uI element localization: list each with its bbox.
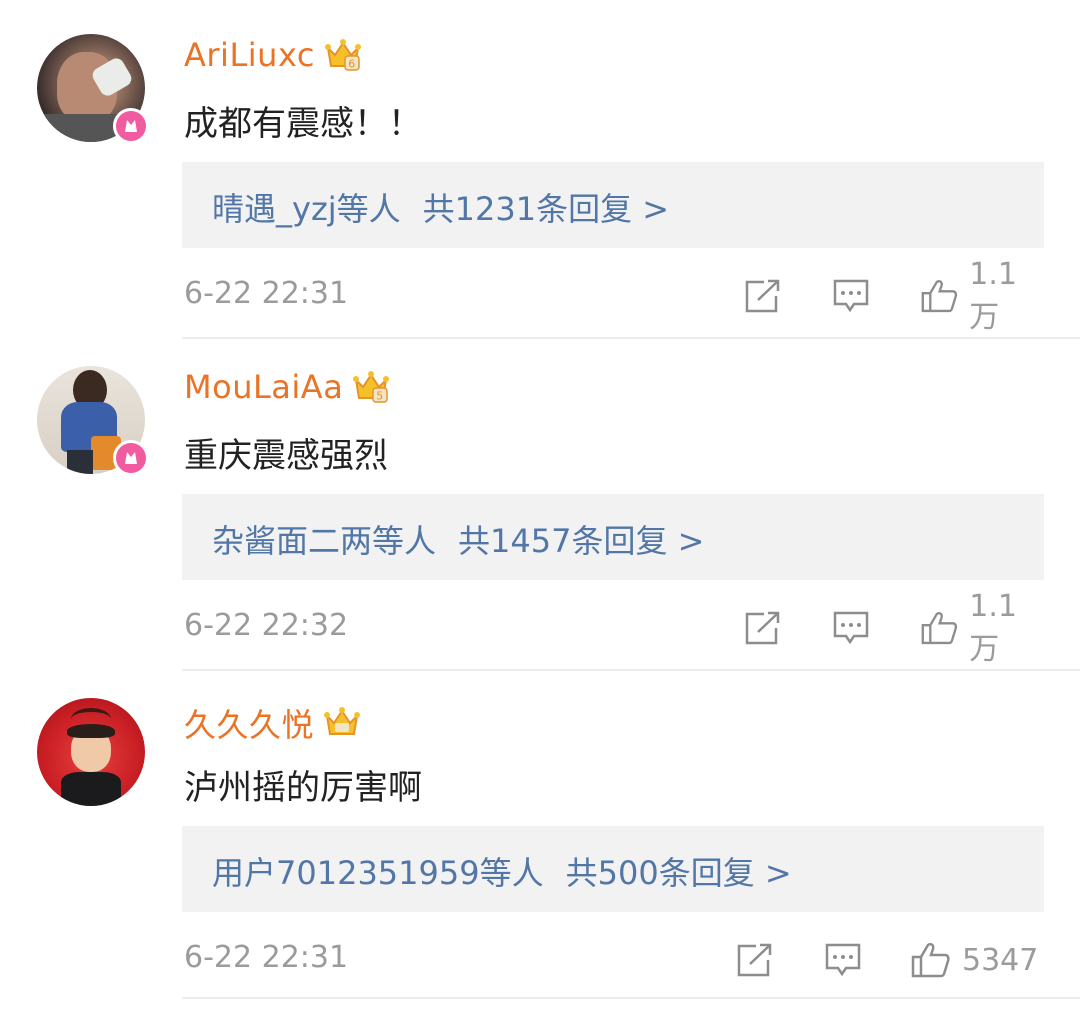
divider — [182, 997, 1080, 999]
avatar[interactable] — [37, 366, 149, 476]
reply-users[interactable]: 晴遇_yzj等人 — [212, 190, 401, 228]
like-button[interactable]: 5347 — [910, 940, 1038, 980]
comment-meta: 6-22 22:31 5347 — [184, 940, 1042, 980]
comment-text: 泸州摇的厉害啊 — [184, 768, 422, 808]
reply-count-link[interactable]: 共500条回复 > — [566, 854, 792, 892]
comment-icon — [833, 611, 869, 645]
timestamp: 6-22 22:31 — [184, 940, 349, 975]
like-button[interactable]: 1.1万 — [920, 257, 1042, 335]
timestamp: 6-22 22:31 — [184, 276, 349, 311]
comment-meta: 6-22 22:31 1.1万 — [184, 257, 1042, 335]
thumbs-up-icon — [921, 280, 958, 313]
timestamp: 6-22 22:32 — [184, 608, 349, 643]
share-icon — [745, 279, 780, 313]
reply-summary[interactable]: 用户7012351959等人 共500条回复 > — [182, 826, 1044, 912]
like-button[interactable]: 1.1万 — [920, 589, 1042, 667]
thumbs-up-icon — [921, 612, 958, 645]
svg-text:6: 6 — [348, 58, 356, 71]
username-text[interactable]: AriLiuxc — [184, 36, 315, 74]
reply-summary[interactable]: 晴遇_yzj等人 共1231条回复 > — [182, 162, 1044, 248]
reply-count-link[interactable]: 共1231条回复 > — [423, 190, 669, 228]
avatar[interactable] — [37, 698, 145, 806]
share-icon — [745, 611, 780, 645]
avatar[interactable] — [37, 34, 149, 144]
reply-users[interactable]: 杂酱面二两等人 — [212, 522, 436, 560]
share-button[interactable] — [744, 276, 782, 316]
comment-icon — [833, 279, 869, 313]
comment-meta: 6-22 22:32 1.1万 — [184, 589, 1042, 667]
comment-button[interactable] — [824, 940, 862, 980]
comment-text: 重庆震感强烈 — [184, 436, 388, 476]
comment-item: MouLaiAa 5 重庆震感强烈 杂酱面二两等人 共1457条回复 > 6-22… — [0, 332, 1080, 671]
username[interactable]: 久久久悦 — [184, 700, 361, 746]
share-button[interactable] — [744, 608, 782, 648]
reply-count-link[interactable]: 共1457条回复 > — [458, 522, 704, 560]
comment-button[interactable] — [832, 608, 870, 648]
comment-button[interactable] — [832, 276, 870, 316]
svg-text:5: 5 — [377, 390, 385, 403]
verified-badge-icon — [113, 440, 149, 476]
like-count: 1.1万 — [969, 588, 1018, 667]
share-button[interactable] — [736, 940, 774, 980]
like-count: 5347 — [962, 942, 1039, 978]
username-text[interactable]: MouLaiAa — [184, 368, 343, 406]
username-text[interactable]: 久久久悦 — [184, 700, 314, 746]
vip-crown-icon: 5 — [353, 370, 390, 404]
verified-badge-icon — [113, 108, 149, 144]
comment-item: AriLiuxc 6 成都有震感！！ 晴遇_yzj等人 共1231条回复 > 6-… — [0, 0, 1080, 339]
vip-crown-icon: 6 — [324, 38, 361, 72]
reply-summary[interactable]: 杂酱面二两等人 共1457条回复 > — [182, 494, 1044, 580]
comment-text: 成都有震感！！ — [184, 104, 422, 144]
avatar-image — [37, 698, 145, 806]
reply-users[interactable]: 用户7012351959等人 — [212, 854, 544, 892]
username[interactable]: MouLaiAa 5 — [184, 368, 390, 406]
vip-crown-icon — [324, 706, 361, 740]
share-icon — [737, 943, 772, 977]
comment-item: 久久久悦 泸州摇的厉害啊 用户7012351959等人 共500条回复 > 6-2… — [0, 664, 1080, 1003]
thumbs-up-icon — [911, 942, 950, 978]
username[interactable]: AriLiuxc 6 — [184, 36, 361, 74]
comment-icon — [825, 943, 861, 977]
like-count: 1.1万 — [969, 256, 1018, 335]
